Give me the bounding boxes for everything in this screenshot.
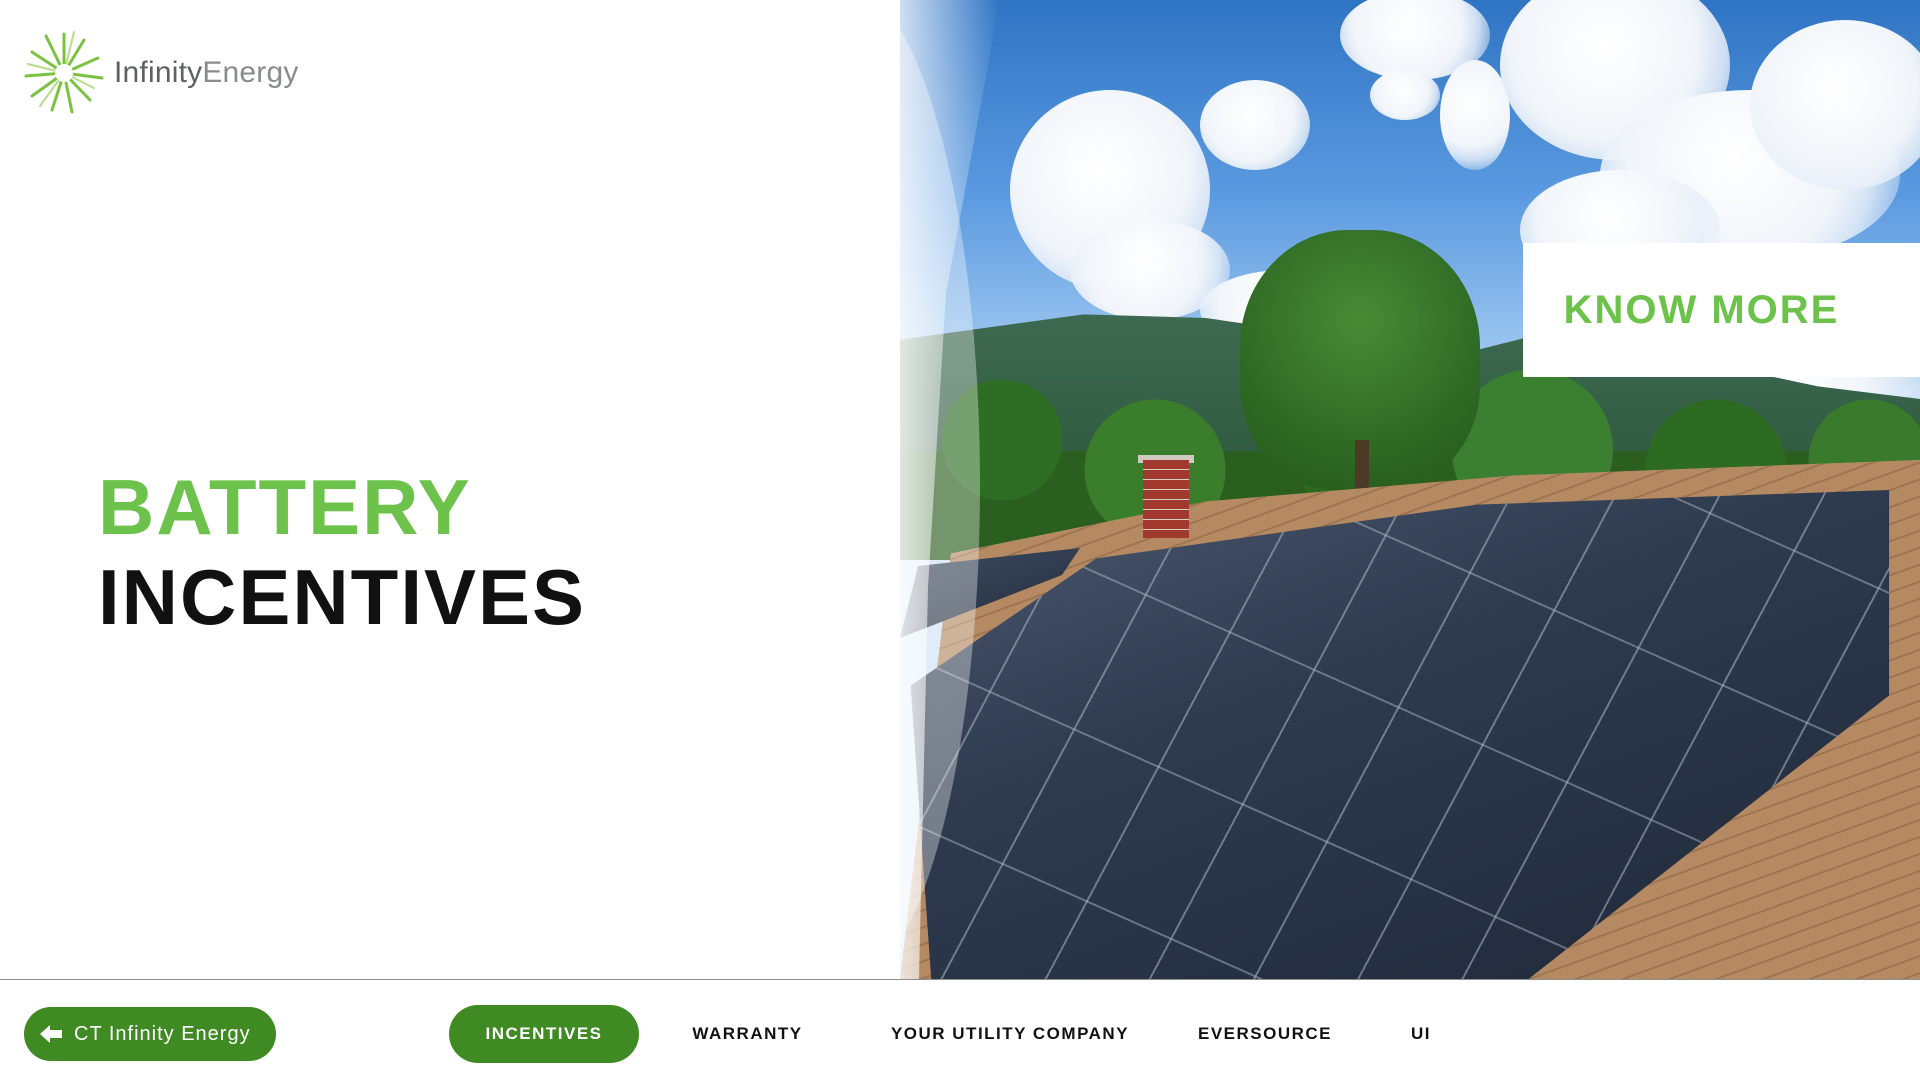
tab-ui[interactable]: UI	[1396, 1005, 1446, 1063]
tab-warranty[interactable]: WARRANTY	[680, 1005, 815, 1063]
brand-name-part1: Infinity	[114, 56, 203, 89]
solar-roof-photo	[900, 0, 1920, 979]
sunburst-logo-icon	[24, 31, 104, 114]
back-button[interactable]: CT Infinity Energy	[24, 1007, 276, 1061]
tab-incentives[interactable]: INCENTIVES	[449, 1005, 639, 1063]
page-title: BATTERY INCENTIVES	[98, 462, 586, 642]
tab-ui-label: UI	[1411, 1024, 1431, 1043]
tab-your-utility-company-label: YOUR UTILITY COMPANY	[890, 1024, 1130, 1043]
tab-eversource-label: EVERSOURCE	[1197, 1024, 1333, 1043]
brand-name: InfinityEnergy	[114, 56, 299, 90]
know-more-button[interactable]: KNOW MORE	[1523, 243, 1920, 377]
tab-eversource[interactable]: EVERSOURCE	[1190, 1005, 1340, 1063]
know-more-label: KNOW MORE	[1563, 287, 1840, 332]
title-line-1: BATTERY	[98, 463, 472, 551]
brand-name-part2: Energy	[202, 56, 299, 89]
back-button-label: CT Infinity Energy	[74, 1022, 251, 1045]
title-line-2: INCENTIVES	[98, 553, 587, 641]
brand-logo[interactable]: InfinityEnergy	[22, 28, 299, 118]
arrow-left-icon	[40, 1025, 62, 1043]
footer-divider	[0, 979, 1920, 980]
tab-warranty-label: WARRANTY	[692, 1024, 803, 1043]
tab-incentives-label: INCENTIVES	[485, 1024, 603, 1043]
tab-your-utility-company[interactable]: YOUR UTILITY COMPANY	[880, 1005, 1140, 1063]
